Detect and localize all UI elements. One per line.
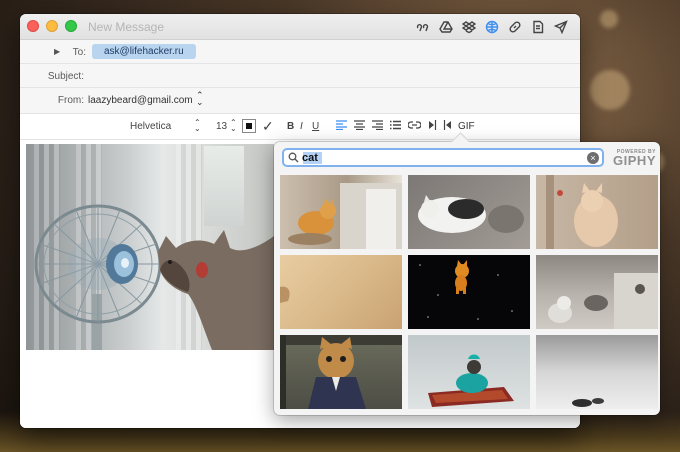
format-bar: Helvetica ⌃ ⌄ 13 ⌃ ⌄ ✓ B I U GIF xyxy=(20,114,580,140)
from-value[interactable]: laazybeard@gmail.com xyxy=(88,95,193,106)
gif-result[interactable] xyxy=(280,255,402,329)
text-color-well[interactable] xyxy=(242,119,256,133)
clear-search-icon[interactable]: × xyxy=(587,152,599,164)
gif-result[interactable] xyxy=(408,255,530,329)
gif-result[interactable] xyxy=(536,175,658,249)
underline-button[interactable]: U xyxy=(312,121,319,132)
gif-result[interactable] xyxy=(536,255,658,329)
from-row: From: laazybeard@gmail.com ⌃ ⌄ xyxy=(20,88,580,114)
gif-result[interactable] xyxy=(408,335,530,409)
bold-button[interactable]: B xyxy=(287,121,294,132)
from-popup-arrows-icon[interactable]: ⌃ ⌄ xyxy=(196,91,204,107)
decrease-indent-icon[interactable] xyxy=(428,120,437,133)
align-left-icon[interactable] xyxy=(336,120,347,133)
cat-fan-image xyxy=(26,144,274,350)
gif-result[interactable] xyxy=(280,335,402,409)
giphy-search-field[interactable]: × xyxy=(282,148,604,167)
background-bokeh xyxy=(590,70,630,110)
giphy-popover: × POWERED BY GIPHY xyxy=(274,142,660,415)
gif-result[interactable] xyxy=(536,335,658,409)
to-row: ▶ To: ask@lifehacker.ru xyxy=(20,40,580,64)
align-right-icon[interactable] xyxy=(372,120,383,133)
increase-indent-icon[interactable] xyxy=(443,120,452,133)
quote-icon[interactable] xyxy=(414,18,432,36)
subject-row[interactable]: Subject: xyxy=(20,64,580,88)
gif-button[interactable]: GIF xyxy=(458,121,475,132)
to-label: To: xyxy=(72,47,86,58)
background-bokeh xyxy=(600,10,618,28)
italic-button[interactable]: I xyxy=(300,121,303,132)
font-family-select[interactable]: Helvetica xyxy=(130,121,171,132)
gif-result[interactable] xyxy=(408,175,530,249)
close-window-button[interactable] xyxy=(27,20,39,32)
disclosure-triangle-icon[interactable]: ▶ xyxy=(54,47,60,56)
title-bar: New Message xyxy=(20,14,580,40)
giphy-brand: GIPHY xyxy=(613,153,656,168)
font-family-stepper-icon[interactable]: ⌃ ⌄ xyxy=(194,119,201,133)
align-center-icon[interactable] xyxy=(354,120,365,133)
powered-by-giphy-logo: POWERED BY GIPHY xyxy=(610,149,656,168)
font-size-stepper-icon[interactable]: ⌃ ⌄ xyxy=(230,119,237,133)
zoom-window-button[interactable] xyxy=(65,20,77,32)
font-size-select[interactable]: 13 xyxy=(216,121,227,132)
from-label: From: xyxy=(57,95,84,106)
dropbox-icon[interactable] xyxy=(460,18,478,36)
minimize-window-button[interactable] xyxy=(46,20,58,32)
google-drive-icon[interactable] xyxy=(437,18,455,36)
link-icon[interactable] xyxy=(506,18,524,36)
send-icon[interactable] xyxy=(552,18,570,36)
window-title: New Message xyxy=(88,20,165,34)
gif-results-grid xyxy=(280,175,658,411)
gif-result[interactable] xyxy=(280,175,402,249)
giphy-search-input[interactable] xyxy=(302,151,572,165)
checkmark-icon[interactable]: ✓ xyxy=(262,118,274,135)
search-icon xyxy=(288,152,299,163)
subject-label: Subject: xyxy=(47,71,84,82)
recipient-token[interactable]: ask@lifehacker.ru xyxy=(92,44,196,59)
attachment-icon[interactable] xyxy=(529,18,547,36)
giphy-icon[interactable] xyxy=(483,18,501,36)
insert-link-icon[interactable] xyxy=(407,120,422,133)
list-icon[interactable] xyxy=(390,120,401,133)
